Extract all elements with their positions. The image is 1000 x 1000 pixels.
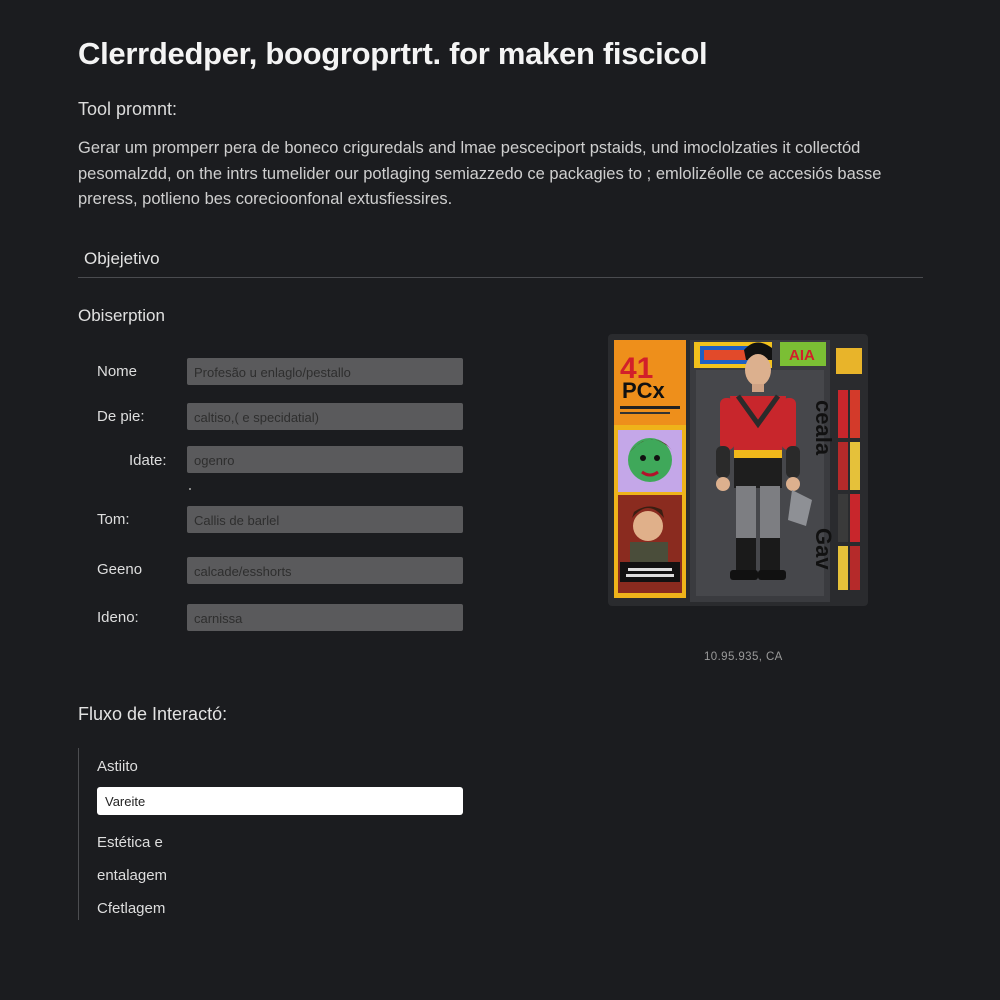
- tool-prompt-label: Tool promnt:: [78, 99, 178, 119]
- field-label-idate: Idate:: [129, 452, 167, 469]
- stray-dot: [189, 488, 191, 490]
- field-label-tom: Tom:: [97, 511, 130, 528]
- field-input-nome[interactable]: Profesão u enlaglo/pestallo: [187, 358, 463, 385]
- field-label-nome: Nome: [97, 363, 138, 380]
- flow-item-estetica: Estética e: [97, 834, 163, 851]
- package-header-badge: AIA: [789, 347, 815, 364]
- description-text: Gerar um promperr pera de boneco crigure…: [78, 139, 882, 208]
- page-title: Clerrdedper, boogroprtrt. for maken fisc…: [78, 36, 708, 71]
- field-label-geeno: Geeno: [97, 561, 143, 578]
- flow-heading: Fluxo de Interactó:: [78, 704, 228, 724]
- package-side-text: ceala: [811, 400, 836, 456]
- description-subheading: Obiserption: [78, 306, 165, 325]
- field-input-tom[interactable]: Callis de barlel: [187, 506, 463, 533]
- flow-item-cfetlagem: Cfetlagem: [97, 900, 166, 917]
- image-caption: 10.95.935, CA: [704, 651, 783, 663]
- section-divider: [78, 277, 923, 278]
- objective-heading: Objejetivo: [84, 249, 160, 268]
- flow-item-entalagem: entalagem: [97, 867, 168, 884]
- field-label-ideno: Ideno:: [97, 609, 139, 626]
- field-input-idate[interactable]: ogenro: [187, 446, 463, 473]
- flow-item-astiito: Astiito: [97, 758, 138, 775]
- flow-input[interactable]: Vareite: [97, 787, 463, 815]
- field-label-pie: De pie:: [97, 408, 145, 425]
- package-side-text-bottom: Gav: [811, 528, 836, 570]
- flow-vertical-line: [78, 748, 79, 920]
- field-input-ideno[interactable]: carnissa: [187, 604, 463, 631]
- package-brand: PCx: [622, 378, 666, 403]
- field-input-geeno[interactable]: calcade/esshorts: [187, 557, 463, 584]
- action-figure-package-image: 41 PCx AIA ceala Gav: [606, 330, 872, 610]
- field-input-pie[interactable]: caltiso,( e specidatial): [187, 403, 463, 430]
